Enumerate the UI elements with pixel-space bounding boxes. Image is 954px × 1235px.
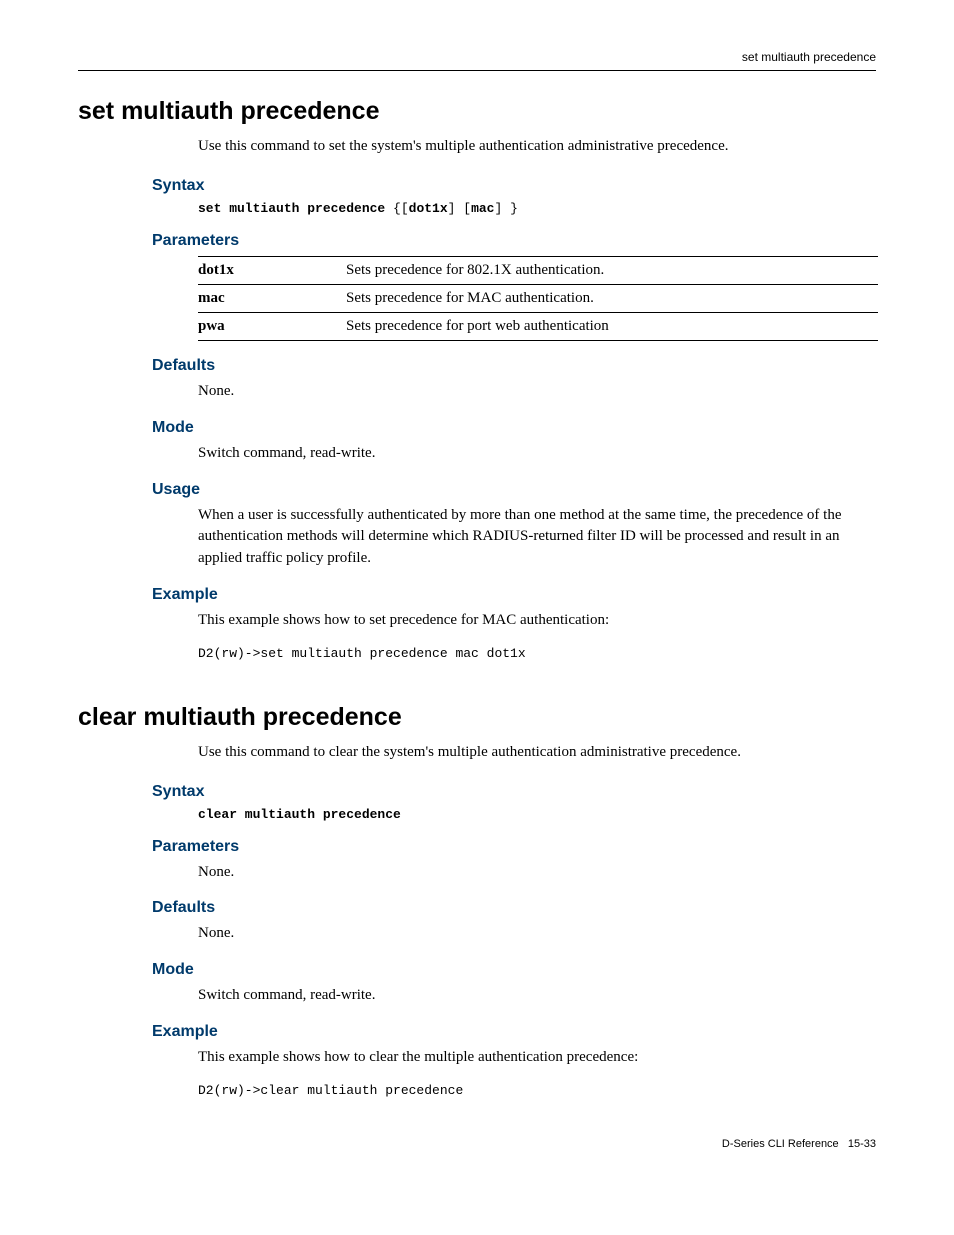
heading-defaults: Defaults: [152, 357, 876, 375]
section-intro: Use this command to set the system's mul…: [198, 136, 876, 157]
section-title-set: set multiauth precedence: [78, 97, 876, 126]
mode-text: Switch command, read-write.: [198, 443, 876, 465]
param-name: dot1x: [198, 257, 346, 285]
defaults-text: None.: [198, 923, 876, 945]
example-intro: This example shows how to clear the mult…: [198, 1047, 876, 1069]
parameters-none: None.: [198, 862, 876, 884]
usage-text: When a user is successfully authenticate…: [198, 505, 876, 570]
section-title-clear: clear multiauth precedence: [78, 703, 876, 732]
param-desc: Sets precedence for port web authenticat…: [346, 313, 878, 341]
table-row: dot1x Sets precedence for 802.1X authent…: [198, 257, 878, 285]
heading-parameters: Parameters: [152, 838, 876, 856]
footer-doc: D-Series CLI Reference: [722, 1138, 839, 1150]
param-name: mac: [198, 285, 346, 313]
page-footer: D-Series CLI Reference 15-33: [78, 1138, 876, 1150]
syntax-line: clear multiauth precedence: [198, 807, 876, 822]
heading-mode: Mode: [152, 419, 876, 437]
example-code: D2(rw)->clear multiauth precedence: [198, 1083, 876, 1098]
table-row: pwa Sets precedence for port web authent…: [198, 313, 878, 341]
example-intro: This example shows how to set precedence…: [198, 610, 876, 632]
table-row: mac Sets precedence for MAC authenticati…: [198, 285, 878, 313]
syntax-line: set multiauth precedence {[dot1x] [mac] …: [198, 201, 876, 216]
heading-mode: Mode: [152, 961, 876, 979]
heading-example: Example: [152, 1023, 876, 1041]
param-name: pwa: [198, 313, 346, 341]
param-desc: Sets precedence for MAC authentication.: [346, 285, 878, 313]
running-header: set multiauth precedence: [742, 50, 876, 64]
heading-usage: Usage: [152, 481, 876, 499]
defaults-text: None.: [198, 381, 876, 403]
heading-parameters: Parameters: [152, 232, 876, 250]
footer-page: 15-33: [848, 1138, 876, 1150]
page-header-rule: set multiauth precedence: [78, 52, 876, 71]
mode-text: Switch command, read-write.: [198, 985, 876, 1007]
heading-defaults: Defaults: [152, 899, 876, 917]
heading-example: Example: [152, 586, 876, 604]
heading-syntax: Syntax: [152, 783, 876, 801]
example-code: D2(rw)->set multiauth precedence mac dot…: [198, 646, 876, 661]
heading-syntax: Syntax: [152, 177, 876, 195]
section-intro: Use this command to clear the system's m…: [198, 742, 876, 763]
param-desc: Sets precedence for 802.1X authenticatio…: [346, 257, 878, 285]
parameters-table: dot1x Sets precedence for 802.1X authent…: [198, 256, 878, 341]
